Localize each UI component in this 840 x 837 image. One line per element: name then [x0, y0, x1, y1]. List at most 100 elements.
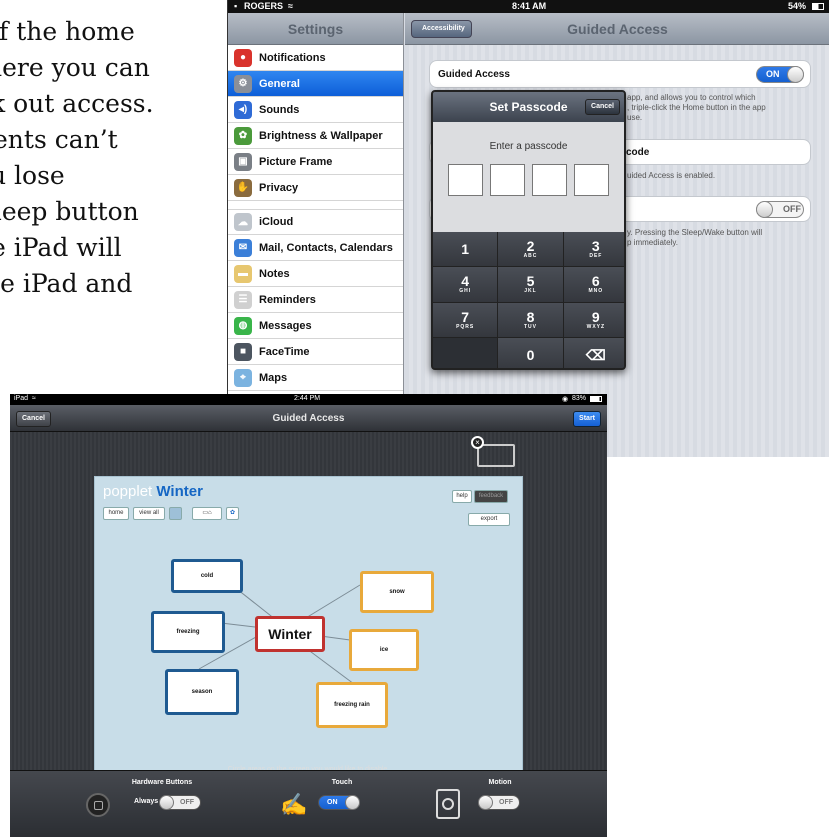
cancel-button[interactable]: Cancel — [585, 99, 620, 115]
sidebar-item-label: Mail, Contacts, Calendars — [259, 241, 393, 254]
key-8[interactable]: 8 TUV — [498, 302, 563, 337]
disabled-area-outline[interactable] — [477, 444, 515, 467]
key-number: 8 — [526, 308, 535, 325]
toggle-knob — [478, 795, 493, 810]
key-9[interactable]: 9 WXYZ — [563, 302, 624, 337]
text-line: u lose — [0, 161, 65, 190]
sidebar-title: Settings — [228, 13, 403, 45]
passcode-digit-field[interactable] — [574, 164, 609, 196]
key-2[interactable]: 2 ABC — [498, 232, 563, 267]
key-letters: MNO — [588, 288, 604, 295]
maps-icon: ⌖ — [234, 368, 252, 387]
toggle-knob — [756, 201, 773, 218]
toggle-knob — [159, 795, 174, 810]
detail-navbar: Accessibility Guided Access — [405, 13, 829, 45]
app-preview-area[interactable]: popplet Winter home view all ▭⌂ ✿ help f… — [10, 432, 607, 785]
node-cold[interactable]: cold — [171, 559, 243, 593]
hand-icon: ✋ — [234, 178, 252, 197]
sidebar-item-sounds[interactable]: ◂) Sounds — [228, 97, 403, 123]
notes-icon: ▬ — [234, 264, 252, 283]
sidebar-item-brightness-wallpaper[interactable]: ✿ Brightness & Wallpaper — [228, 123, 403, 149]
motion-rotate-icon — [436, 789, 460, 819]
node-freezing[interactable]: freezing — [151, 611, 225, 653]
cloud-icon: ☁ — [234, 213, 252, 231]
battery-level: 83% — [572, 395, 587, 402]
sidebar-item-notifications[interactable]: ● Notifications — [228, 45, 403, 71]
status-bar: iPad ≈ 2:44 PM ◉ 83% — [10, 394, 607, 405]
sidebar-item-reminders[interactable]: ☰ Reminders — [228, 287, 403, 313]
node-snow[interactable]: snow — [360, 571, 434, 613]
key-letters: JKL — [524, 288, 537, 295]
delete-key[interactable]: ⌫ — [563, 337, 624, 368]
hardware-buttons-label: Hardware Buttons — [131, 779, 193, 786]
sidebar-item-messages[interactable]: ◍ Messages — [228, 313, 403, 339]
guided-access-toggle[interactable]: ON — [756, 66, 804, 83]
key-1[interactable]: 1 — [433, 232, 498, 267]
touch-hand-icon: ✍ — [280, 792, 308, 817]
hardware-buttons-toggle[interactable]: OFF — [159, 795, 201, 810]
sidebar-item-label: Picture Frame — [259, 155, 333, 168]
passcode-digit-field[interactable] — [532, 164, 567, 196]
set-passcode-dialog: Set Passcode Cancel Enter a passcode 1 2A… — [431, 90, 626, 370]
text-line: here you can — [0, 53, 150, 82]
number-keypad: 1 2 ABC 3 DEF 4 GHI 5 JKL 6 MNO 7 PQRS 8 TUV 9 WXYZ 0 ⌫ — [433, 232, 624, 368]
sidebar-item-label: Maps — [259, 371, 288, 384]
motion-toggle[interactable]: OFF — [478, 795, 520, 810]
carrier: ROGERS — [244, 1, 284, 11]
start-button[interactable]: Start — [573, 411, 601, 427]
sidebar-item-mail-contacts-calendars[interactable]: ✉ Mail, Contacts, Calendars — [228, 235, 403, 261]
sidebar-item-privacy[interactable]: ✋ Privacy — [228, 175, 403, 201]
hardware-state-prefix: Always — [134, 798, 159, 805]
sidebar-item-label: FaceTime — [259, 345, 310, 358]
key-number: 0 — [526, 346, 535, 363]
text-line: sleep button — [0, 197, 139, 226]
node-freezing-rain[interactable]: freezing rain — [316, 682, 388, 728]
sidebar-item-icloud[interactable]: ☁ iCloud — [228, 209, 403, 235]
wifi-icon: ≈ — [32, 395, 36, 402]
node-ice[interactable]: ice — [349, 629, 419, 671]
key-number: 7 — [461, 308, 470, 325]
popplet-board[interactable]: popplet Winter home view all ▭⌂ ✿ help f… — [94, 476, 523, 785]
sleep-note: y. Pressing the Sleep/Wake button will p… — [627, 228, 763, 247]
key-7[interactable]: 7 PQRS — [433, 302, 498, 337]
key-number: 6 — [591, 273, 600, 290]
guided-access-row: Guided Access ON — [429, 60, 811, 88]
sidebar-item-general[interactable]: ⚙ General — [228, 71, 403, 97]
guided-access-screenshot: iPad ≈ 2:44 PM ◉ 83% Cancel Guided Acces… — [10, 394, 607, 837]
key-0[interactable]: 0 — [498, 337, 563, 368]
flower-icon: ✿ — [234, 126, 252, 145]
facetime-icon: ■ — [234, 342, 252, 361]
page-title: Guided Access — [272, 413, 345, 424]
sidebar-item-notes[interactable]: ▬ Notes — [228, 261, 403, 287]
sidebar-item-maps[interactable]: ⌖ Maps — [228, 365, 403, 391]
battery-level: 54% — [788, 1, 807, 11]
key-6[interactable]: 6 MNO — [563, 267, 624, 302]
key-3[interactable]: 3 DEF — [563, 232, 624, 267]
passcode-entry: Enter a passcode — [433, 122, 624, 232]
key-letters: TUV — [523, 323, 537, 330]
key-4[interactable]: 4 GHI — [433, 267, 498, 302]
touch-toggle[interactable]: ON — [318, 795, 360, 810]
touch-label: Touch — [331, 779, 353, 786]
passcode-digit-field[interactable] — [490, 164, 525, 196]
guided-access-description: app, and allows you to control which , t… — [627, 93, 766, 122]
sidebar-item-label: General — [259, 77, 300, 90]
node-winter[interactable]: Winter — [255, 616, 325, 652]
sidebar-item-label: Privacy — [259, 181, 299, 194]
sidebar-item-label: Reminders — [259, 293, 316, 306]
home-button-icon — [86, 793, 110, 817]
key-number: 3 — [591, 238, 600, 255]
remove-area-icon[interactable]: × — [471, 436, 484, 449]
node-season[interactable]: season — [165, 669, 239, 715]
key-number: 1 — [461, 241, 470, 258]
sidebar-item-picture-frame[interactable]: ▣ Picture Frame — [228, 149, 403, 175]
text-line: e iPad will — [0, 233, 122, 262]
sidebar-item-facetime[interactable]: ■ FaceTime — [228, 339, 403, 365]
sleep-toggle[interactable]: OFF — [756, 201, 804, 218]
passcode-note: uided Access is enabled. — [627, 171, 716, 180]
passcode-digit-field[interactable] — [448, 164, 483, 196]
key-number: 5 — [526, 273, 535, 290]
key-5[interactable]: 5 JKL — [498, 267, 563, 302]
text-line: dents can’t — [0, 125, 118, 154]
battery-icon — [590, 396, 602, 402]
